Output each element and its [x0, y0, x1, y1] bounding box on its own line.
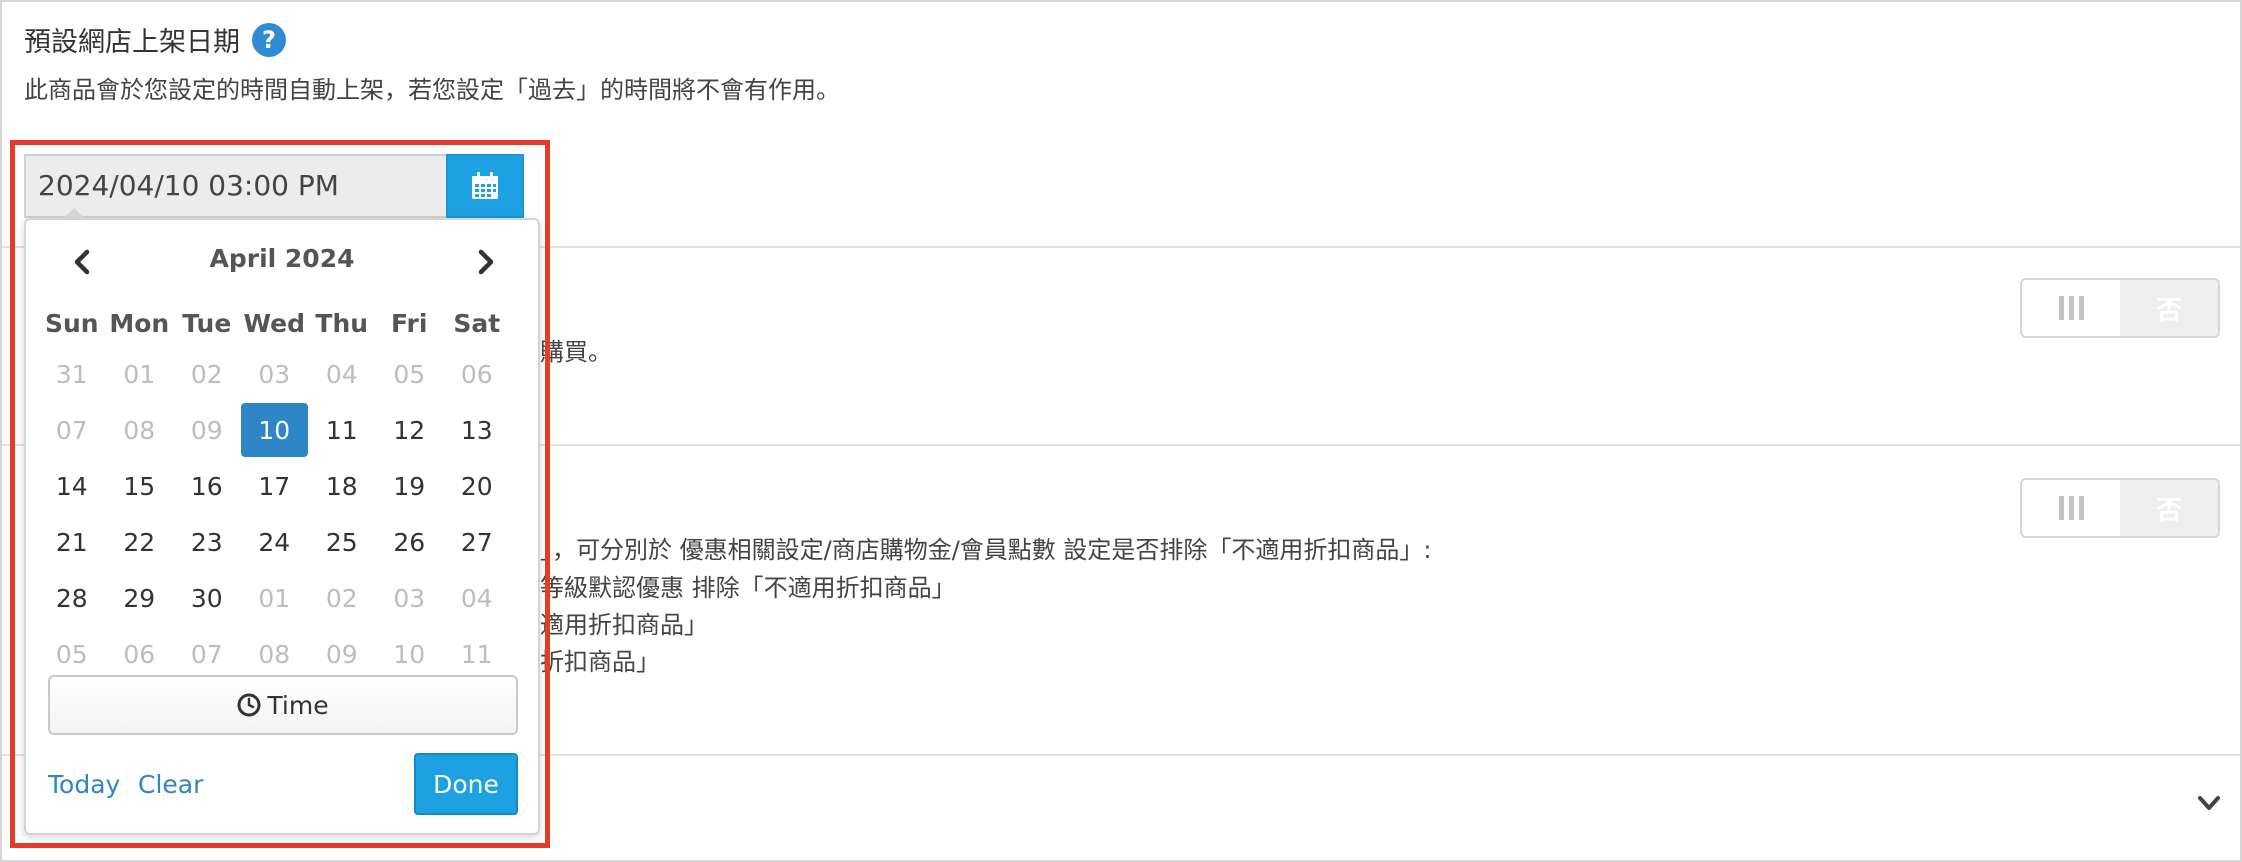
- section2-description: 購買。: [540, 338, 612, 366]
- section-title: 預設網店上架日期 ?: [24, 20, 286, 59]
- section-description: 此商品會於您設定的時間自動上架，若您設定「過去」的時間將不會有作用。: [24, 76, 840, 104]
- section3-line: 折扣商品」: [540, 648, 660, 676]
- toggle-on-option[interactable]: [2022, 480, 2120, 536]
- toggle-off-option[interactable]: 否: [2120, 280, 2218, 336]
- chevron-down-icon[interactable]: [2196, 790, 2222, 816]
- toggle-switch[interactable]: 否: [2020, 278, 2220, 338]
- highlight-frame: [10, 140, 550, 848]
- help-icon[interactable]: ?: [252, 22, 286, 57]
- toggle-on-option[interactable]: [2022, 280, 2120, 336]
- toggle-bars-icon: [2058, 296, 2084, 320]
- section3-line: 」，可分別於 優惠相關設定/商店購物金/會員點數 設定是否排除「不適用折扣商品」…: [540, 536, 1432, 564]
- section3-line: 等級默認優惠 排除「不適用折扣商品」: [540, 574, 956, 602]
- toggle-off-option[interactable]: 否: [2120, 480, 2218, 536]
- toggle-switch[interactable]: 否: [2020, 478, 2220, 538]
- toggle-bars-icon: [2058, 496, 2084, 520]
- section-title-text: 預設網店上架日期: [24, 27, 240, 58]
- section3-line: 適用折扣商品」: [540, 611, 708, 639]
